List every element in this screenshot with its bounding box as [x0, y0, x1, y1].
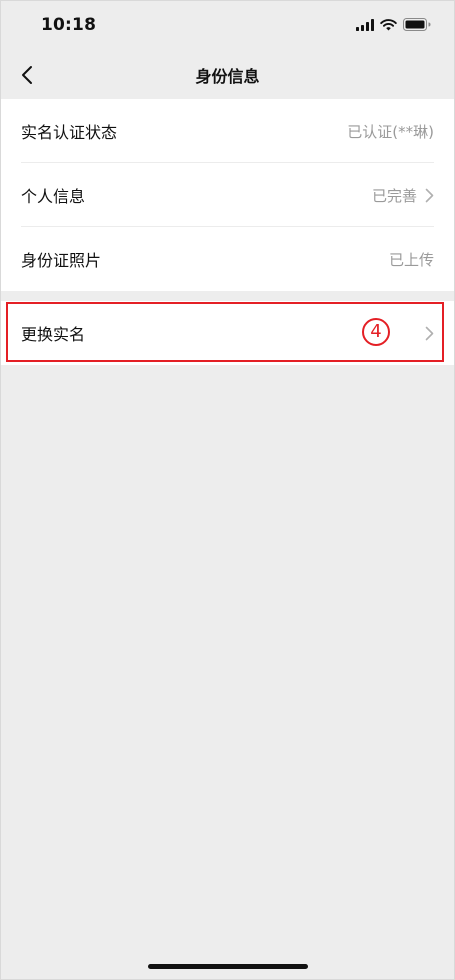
nav-bar: 身份信息	[1, 51, 454, 99]
row-label: 个人信息	[21, 187, 86, 206]
row-value: 已完善	[371, 186, 417, 205]
chevron-right-icon	[425, 188, 434, 202]
battery-icon	[403, 18, 431, 31]
wifi-icon	[380, 18, 397, 30]
list-item-personal-info[interactable]: 个人信息 已完善	[1, 163, 454, 227]
status-icons	[356, 18, 431, 31]
row-label: 更换实名	[21, 325, 86, 344]
list-item-id-photo: 身份证照片 已上传	[1, 227, 454, 291]
list-item-real-name-status: 实名认证状态 已认证(**琳)	[1, 99, 454, 163]
row-value: 已上传	[388, 250, 434, 269]
chevron-right-icon	[425, 326, 434, 340]
step-marker: 4	[362, 318, 390, 346]
row-label: 实名认证状态	[21, 123, 118, 142]
signal-icon	[356, 18, 374, 31]
identity-info-list: 实名认证状态 已认证(**琳) 个人信息 已完善 身份证照片 已上传	[1, 99, 454, 291]
status-bar: 10:18	[1, 1, 454, 51]
home-indicator	[148, 964, 308, 969]
row-value: 已认证(**琳)	[347, 122, 434, 141]
row-label: 身份证照片	[21, 251, 102, 270]
status-time: 10:18	[41, 15, 97, 35]
page-title: 身份信息	[195, 67, 260, 86]
